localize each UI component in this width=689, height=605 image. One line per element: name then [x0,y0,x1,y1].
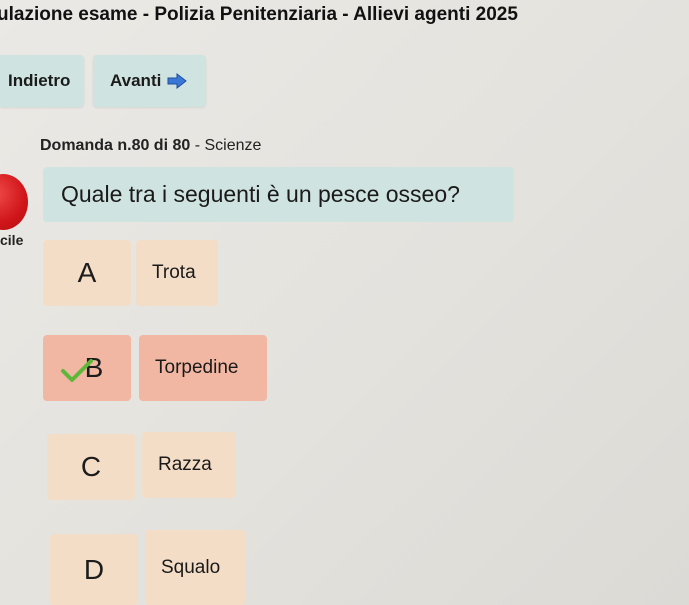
answer-a-letter[interactable]: A [43,240,131,306]
answer-letter-text: A [77,257,97,288]
answer-letter-text: D [83,553,105,585]
difficulty-indicator-icon [0,174,28,230]
difficulty-label: cile [0,232,24,248]
answer-option-text: Razza [158,454,212,475]
answer-d-letter[interactable]: D [50,534,138,605]
answer-letter-text: C [80,451,102,482]
answer-a-option[interactable]: Trota [136,240,218,306]
question-text-content: Quale tra i seguenti è un pesce osseo? [61,181,460,207]
answer-b-letter[interactable]: B [43,335,131,401]
answer-c-option[interactable]: Razza [142,432,236,498]
next-button[interactable]: Avanti [93,55,206,107]
question-text: Quale tra i seguenti è un pesce osseo? [43,167,514,222]
answer-d-option[interactable]: Squalo [145,530,245,605]
answer-option-text: Torpedine [155,357,239,378]
answer-b-option[interactable]: Torpedine [139,335,267,401]
answer-c-letter[interactable]: C [47,434,135,500]
answer-option-text: Trota [152,262,196,283]
next-button-label: Avanti [110,71,162,90]
question-subject: - Scienze [194,137,262,154]
check-icon [61,359,93,382]
answer-option-text: Squalo [161,556,221,578]
question-number: Domanda n.80 di 80 [40,137,191,154]
back-button[interactable]: Indietro [0,55,84,107]
arrow-right-icon [167,73,188,89]
page-title: ulazione esame - Polizia Penitenziaria -… [0,4,518,25]
question-counter: Domanda n.80 di 80 - Scienze [40,137,261,155]
back-button-label: Indietro [8,71,71,90]
